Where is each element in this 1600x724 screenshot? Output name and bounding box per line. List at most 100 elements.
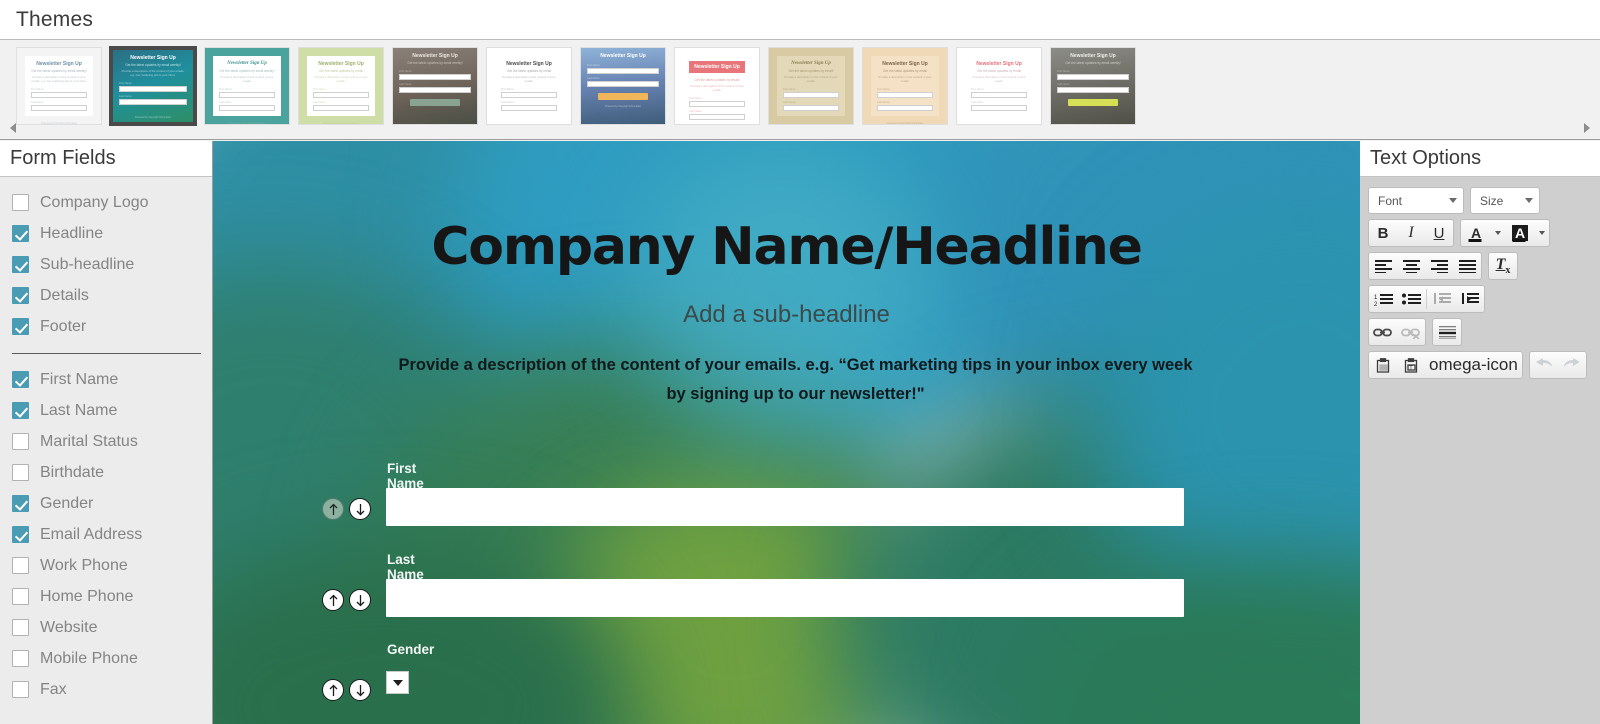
themes-strip[interactable]: Newsletter Sign Up Get the latest updates… [0, 41, 1600, 140]
form-field-checkbox-row[interactable]: Mobile Phone [12, 643, 212, 674]
move-field-down-button[interactable] [349, 589, 371, 611]
numbered-list-button[interactable]: 1 2 [1369, 286, 1397, 312]
theme-thumbnail-inputs: First Name Last Name [587, 64, 659, 87]
toolbar-row-style: B I U A A [1368, 219, 1600, 247]
horizontal-rule-button[interactable] [1433, 319, 1461, 345]
form-fields-panel: Form Fields Company Logo Headline Sub-head… [0, 141, 213, 724]
form-field-checkbox[interactable] [12, 464, 29, 481]
toolbar-row-font: Font Size [1368, 187, 1600, 214]
theme-thumbnail[interactable]: Newsletter Sign Up Get the latest updates… [16, 47, 102, 125]
form-field-checkbox[interactable] [12, 681, 29, 698]
highlight-color-button[interactable]: A [1505, 220, 1533, 246]
theme-thumbnail[interactable]: Newsletter Sign Up Get the latest updates… [768, 47, 854, 125]
theme-thumbnail[interactable]: Newsletter Sign Up First Name Last Name Pow… [580, 47, 666, 125]
move-field-up-button[interactable] [322, 498, 344, 520]
theme-thumbnail-input-label: First Name [399, 70, 412, 73]
form-field-checkbox-row[interactable]: Fax [12, 674, 212, 705]
form-field-checkbox[interactable] [12, 433, 29, 450]
text-color-button[interactable]: A [1461, 220, 1489, 246]
form-field-checkbox-row[interactable]: Marital Status [12, 426, 212, 457]
theme-thumbnail-preview: Newsletter Sign Up Get the latest updates… [683, 56, 751, 121]
undo-button[interactable] [1530, 352, 1558, 378]
chevron-down-icon [1449, 198, 1457, 203]
theme-thumbnail-input-label: Last Name [783, 101, 796, 105]
underline-button[interactable]: U [1425, 220, 1453, 246]
form-field-checkbox-row[interactable]: Email Address [12, 519, 212, 550]
outdent-button[interactable] [1428, 286, 1456, 312]
remove-link-button[interactable] [1397, 319, 1425, 345]
form-field-checkbox[interactable] [12, 194, 29, 211]
canvas-field-input[interactable] [386, 488, 1184, 526]
bold-button[interactable]: B [1369, 220, 1397, 246]
form-field-checkbox[interactable] [12, 557, 29, 574]
canvas-field-select[interactable] [386, 671, 409, 694]
form-field-checkbox-row[interactable]: Website [12, 612, 212, 643]
move-field-down-button[interactable] [349, 679, 371, 701]
form-field-checkbox-row[interactable]: Headline [12, 218, 212, 249]
clear-formatting-button[interactable]: Tx [1489, 253, 1517, 279]
form-field-checkbox[interactable] [12, 256, 29, 273]
theme-thumbnail[interactable]: Newsletter Sign Up Get the latest updates… [674, 47, 760, 125]
subheadline-text[interactable]: Add a sub-headline [213, 301, 1360, 329]
form-field-checkbox-row[interactable]: Footer [12, 311, 212, 342]
form-preview-canvas[interactable]: Company Name/Headline Add a sub-headline… [213, 141, 1360, 724]
move-field-down-button[interactable] [349, 498, 371, 520]
form-field-checkbox-row[interactable]: Home Phone [12, 581, 212, 612]
theme-thumbnail[interactable]: Newsletter Sign Up Get the latest updates… [392, 47, 478, 125]
redo-button[interactable] [1558, 352, 1586, 378]
indent-button[interactable] [1456, 286, 1484, 312]
theme-thumbnail[interactable]: Newsletter Sign Up Get the latest updates… [862, 47, 948, 125]
form-field-checkbox-row[interactable]: Company Logo [12, 187, 212, 218]
align-justify-button[interactable] [1453, 253, 1481, 279]
form-field-checkbox[interactable] [12, 619, 29, 636]
headline-text[interactable]: Company Name/Headline [213, 217, 1360, 277]
align-center-button[interactable] [1397, 253, 1425, 279]
align-left-button[interactable] [1369, 253, 1397, 279]
canvas-field-input[interactable] [386, 579, 1184, 617]
form-field-checkbox-row[interactable]: Sub-headline [12, 249, 212, 280]
form-field-checkbox[interactable] [12, 650, 29, 667]
theme-thumbnail-body: Provide a description of the content of … [878, 75, 932, 83]
form-field-checkbox-row[interactable]: Gender [12, 488, 212, 519]
theme-thumbnail-input [877, 92, 933, 99]
themes-thumbnail-list[interactable]: Newsletter Sign Up Get the latest updates… [8, 47, 1592, 125]
highlight-color-dropdown[interactable] [1533, 220, 1549, 246]
theme-thumbnail-inputs: First Name Last Name [119, 82, 187, 106]
font-select[interactable]: Font [1368, 187, 1464, 214]
form-field-checkbox[interactable] [12, 588, 29, 605]
size-select[interactable]: Size [1470, 187, 1540, 214]
form-field-checkbox-row[interactable]: Details [12, 280, 212, 311]
bulleted-list-button[interactable] [1397, 286, 1425, 312]
align-right-button[interactable] [1425, 253, 1453, 279]
form-field-checkbox[interactable] [12, 225, 29, 242]
insert-link-button[interactable] [1369, 319, 1397, 345]
form-field-checkbox-row[interactable]: Birthdate [12, 457, 212, 488]
form-field-checkbox[interactable] [12, 526, 29, 543]
move-field-up-button[interactable] [322, 679, 344, 701]
form-field-checkbox-row[interactable]: Last Name [12, 395, 212, 426]
italic-button[interactable]: I [1397, 220, 1425, 246]
themes-scroll-right-button[interactable] [1580, 121, 1594, 135]
theme-thumbnail[interactable]: Newsletter Sign Up Get the latest updates… [1050, 47, 1136, 125]
theme-thumbnail[interactable]: Newsletter Sign Up Get the latest updates… [486, 47, 572, 125]
theme-thumbnail[interactable]: Newsletter Sign Up Get the latest updates… [956, 47, 1042, 125]
theme-thumbnail[interactable]: Newsletter Sign Up Get the latest updates… [298, 47, 384, 125]
paste-as-text-button[interactable]: T [1397, 352, 1425, 378]
form-field-checkbox[interactable] [12, 402, 29, 419]
theme-thumbnail-button [1067, 99, 1119, 106]
theme-thumbnail[interactable]: Newsletter Sign Up Get the latest updates… [204, 47, 290, 125]
form-field-checkbox[interactable] [12, 371, 29, 388]
form-field-checkbox[interactable] [12, 495, 29, 512]
move-field-up-button[interactable] [322, 589, 344, 611]
details-text[interactable]: Provide a description of the content of … [398, 351, 1193, 409]
special-character-button[interactable]: omega-icon [1425, 352, 1522, 378]
form-field-checkbox[interactable] [12, 318, 29, 335]
form-field-checkbox-row[interactable]: First Name [12, 364, 212, 395]
theme-thumbnail[interactable]: Newsletter Sign Up Get the latest updates… [110, 47, 196, 125]
themes-scroll-left-button[interactable] [6, 121, 20, 135]
form-field-checkbox[interactable] [12, 287, 29, 304]
text-color-dropdown[interactable] [1489, 220, 1505, 246]
paste-from-word-button[interactable] [1369, 352, 1397, 378]
theme-thumbnail-subtitle: Get the latest updates by email! [788, 69, 834, 73]
form-field-checkbox-row[interactable]: Work Phone [12, 550, 212, 581]
